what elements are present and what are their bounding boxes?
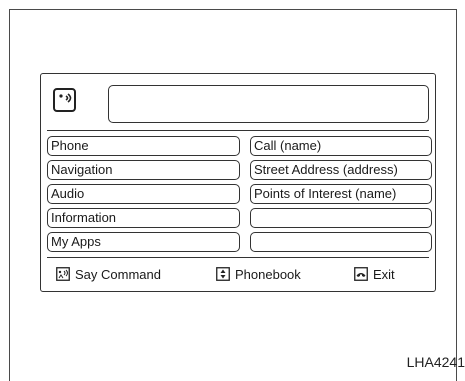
voice-recognition-icon	[53, 88, 76, 112]
command-empty-slot[interactable]	[250, 208, 432, 228]
command-navigation[interactable]: Navigation	[47, 160, 240, 180]
command-information[interactable]: Information	[47, 208, 240, 228]
phonebook-label: Phonebook	[235, 266, 301, 282]
command-phone[interactable]: Phone	[47, 136, 240, 156]
command-empty-slot[interactable]	[250, 232, 432, 252]
voice-input-display	[108, 85, 429, 123]
say-command-label: Say Command	[75, 266, 161, 282]
command-points-of-interest[interactable]: Points of Interest (name)	[250, 184, 432, 204]
exit-hint[interactable]: Exit	[354, 264, 395, 284]
figure-code: LHA4241	[406, 354, 465, 370]
talk-switch-icon	[56, 267, 70, 281]
command-my-apps[interactable]: My Apps	[47, 232, 240, 252]
command-street-address[interactable]: Street Address (address)	[250, 160, 432, 180]
voice-recognition-screen: Phone Navigation Audio Information My Ap…	[40, 73, 436, 292]
divider	[47, 257, 429, 258]
phonebook-switch-icon	[216, 267, 230, 281]
hang-up-icon	[354, 267, 368, 281]
exit-label: Exit	[373, 266, 395, 282]
command-audio[interactable]: Audio	[47, 184, 240, 204]
phonebook-hint[interactable]: Phonebook	[216, 264, 301, 284]
say-command-hint[interactable]: Say Command	[56, 264, 161, 284]
divider	[47, 130, 429, 131]
command-call-name[interactable]: Call (name)	[250, 136, 432, 156]
